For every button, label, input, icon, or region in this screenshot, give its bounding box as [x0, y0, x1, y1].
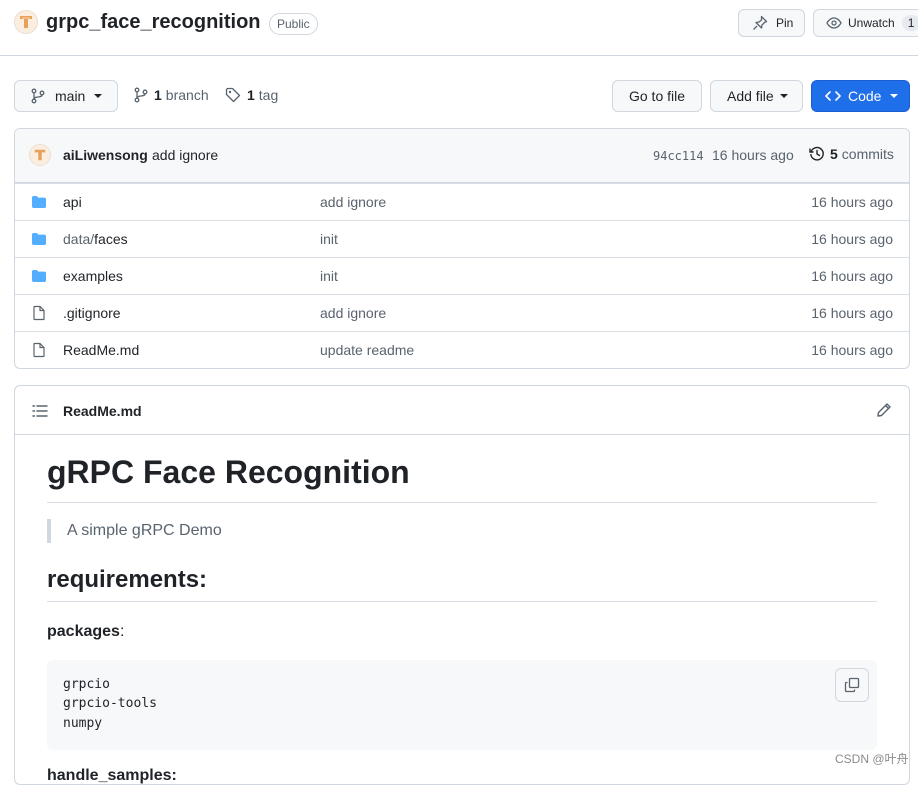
unwatch-label: Unwatch	[848, 16, 895, 30]
packages-suffix: :	[119, 623, 125, 640]
file-icon	[33, 305, 45, 321]
code-line: grpcio-tools	[63, 696, 157, 711]
packages-paragraph: packages:	[47, 623, 124, 641]
folder-icon	[32, 270, 46, 282]
tag-icon	[225, 87, 241, 103]
file-commit-time: 16 hours ago	[811, 305, 893, 321]
watermark: CSDN @叶舟	[835, 752, 909, 766]
file-name: examples	[63, 268, 123, 284]
tags-link[interactable]: 1 tag	[225, 87, 278, 103]
branch-word: branch	[165, 87, 209, 103]
file-row[interactable]: .gitignore add ignore 16 hours ago	[15, 294, 909, 331]
chevron-down-icon	[94, 94, 103, 98]
file-row[interactable]: examples init 16 hours ago	[15, 257, 909, 294]
commit-author[interactable]: aiLiwensong	[63, 147, 148, 163]
folder-icon	[32, 233, 46, 245]
commits-count: 5	[830, 146, 838, 162]
readme-header: ReadMe.md	[15, 386, 909, 435]
file-browser: aiLiwensong add ignore 94cc114 16 hours …	[14, 128, 910, 369]
code-block: grpcio grpcio-tools numpy	[47, 660, 877, 750]
readme-heading: gRPC Face Recognition	[47, 454, 877, 503]
file-commit-message[interactable]: add ignore	[320, 305, 386, 321]
folder-icon	[32, 196, 46, 208]
file-commit-message[interactable]: init	[320, 268, 338, 284]
code-label: Code	[848, 88, 882, 104]
file-commit-time: 16 hours ago	[811, 342, 893, 358]
watch-counter: 1	[901, 15, 918, 31]
latest-commit-bar: aiLiwensong add ignore 94cc114 16 hours …	[15, 129, 909, 183]
git-branch-icon	[31, 88, 45, 104]
branch-count: 1	[154, 87, 162, 103]
file-path-prefix: data/	[63, 231, 95, 247]
file-commit-time: 16 hours ago	[811, 268, 893, 284]
file-name: faces	[94, 231, 128, 247]
owner-avatar-icon[interactable]	[14, 10, 38, 34]
readme-blockquote: A simple gRPC Demo	[47, 519, 222, 543]
author-avatar-icon[interactable]	[29, 144, 51, 166]
branch-name: main	[55, 88, 86, 104]
commits-history-link[interactable]: 5 commits	[809, 146, 894, 162]
readme-filename[interactable]: ReadMe.md	[63, 403, 142, 419]
code-icon	[825, 91, 841, 101]
commits-word: commits	[841, 146, 894, 162]
copy-icon	[844, 677, 860, 693]
chevron-down-icon	[890, 94, 899, 98]
file-commit-message[interactable]: add ignore	[320, 194, 386, 210]
unwatch-button[interactable]: Unwatch 1	[813, 9, 918, 37]
file-icon	[33, 342, 45, 358]
code-button[interactable]: Code	[811, 80, 910, 112]
file-commit-message[interactable]: update readme	[320, 342, 414, 358]
pin-button[interactable]: Pin	[738, 9, 805, 37]
file-name: api	[63, 194, 82, 210]
copy-button[interactable]	[835, 668, 869, 702]
visibility-badge: Public	[269, 13, 318, 35]
code-line: grpcio	[63, 677, 110, 692]
file-row[interactable]: ReadMe.md update readme 16 hours ago	[15, 331, 909, 368]
history-icon	[809, 146, 824, 161]
file-row[interactable]: api add ignore 16 hours ago	[15, 183, 909, 220]
file-commit-time: 16 hours ago	[811, 194, 893, 210]
file-name: ReadMe.md	[63, 342, 140, 358]
pencil-icon[interactable]	[876, 402, 892, 418]
go-to-file-button[interactable]: Go to file	[612, 80, 702, 112]
eye-icon	[826, 17, 842, 29]
file-name: .gitignore	[63, 305, 121, 321]
code-line: numpy	[63, 716, 103, 731]
branch-select-button[interactable]: main	[14, 80, 118, 112]
pin-icon	[753, 15, 768, 30]
branches-link[interactable]: 1 branch	[134, 87, 209, 103]
repo-header: grpc_face_recognition Public Pin Unwatch…	[0, 0, 918, 56]
handle-samples-heading: handle_samples:	[47, 767, 177, 784]
tag-count: 1	[247, 87, 255, 103]
commit-time: 16 hours ago	[712, 147, 794, 163]
file-row[interactable]: data/faces init 16 hours ago	[15, 220, 909, 257]
git-branch-icon	[134, 87, 148, 103]
file-commit-time: 16 hours ago	[811, 231, 893, 247]
add-file-button[interactable]: Add file	[710, 80, 803, 112]
commit-message[interactable]: add ignore	[152, 147, 218, 163]
tag-word: tag	[258, 87, 279, 103]
list-unordered-icon[interactable]	[32, 403, 48, 419]
commit-sha[interactable]: 94cc114	[653, 149, 704, 163]
pin-label: Pin	[776, 16, 794, 30]
file-commit-message[interactable]: init	[320, 231, 338, 247]
packages-label: packages	[47, 623, 120, 640]
requirements-heading: requirements:	[47, 566, 877, 602]
readme-panel: ReadMe.md gRPC Face Recognition A simple…	[14, 385, 910, 785]
add-file-label: Add file	[727, 88, 774, 104]
repo-name[interactable]: grpc_face_recognition	[46, 11, 261, 34]
chevron-down-icon	[779, 94, 788, 98]
